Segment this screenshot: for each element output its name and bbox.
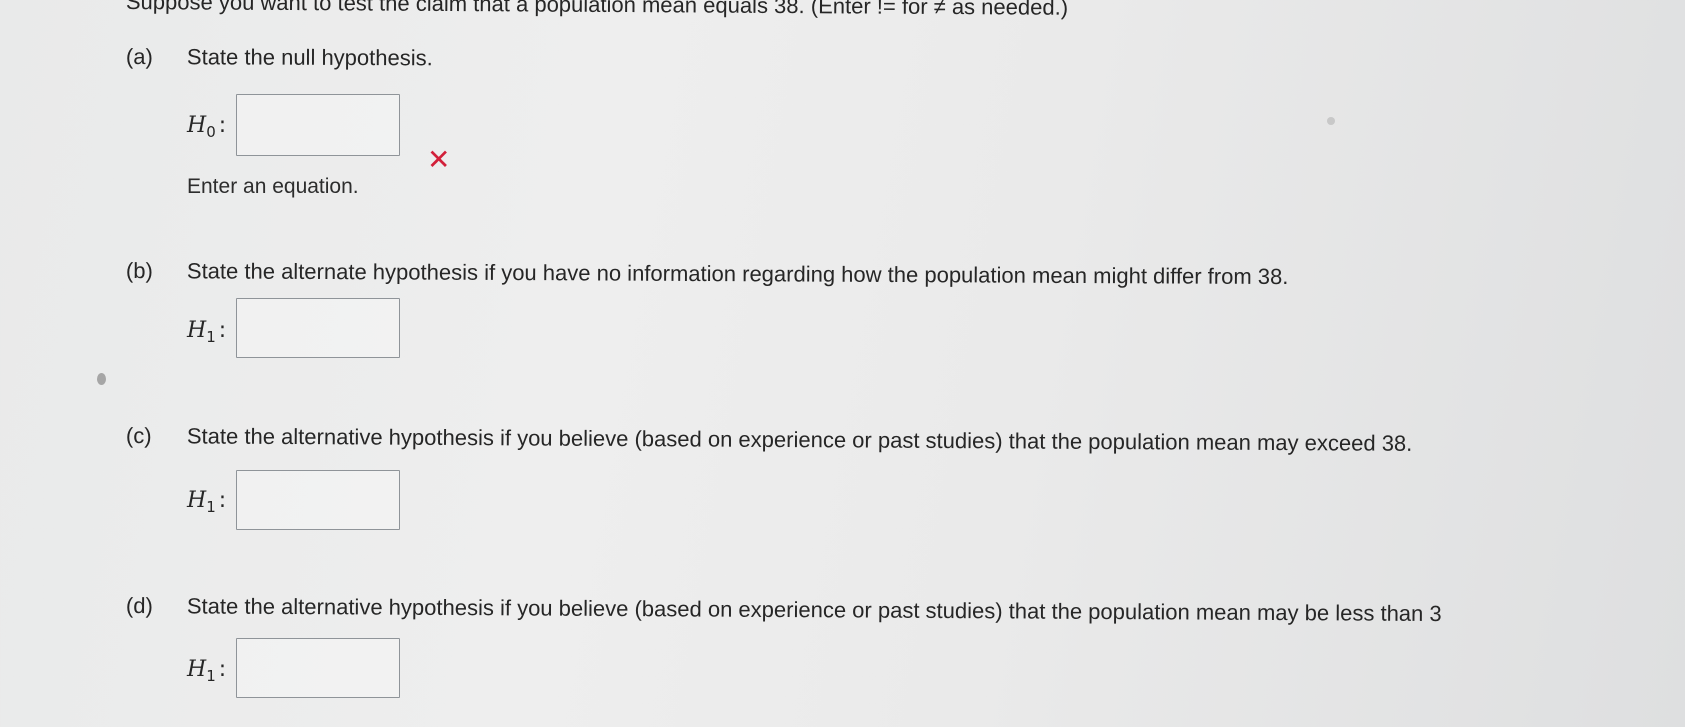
part-d: (d) State the alternative hypothesis if … [126,593,1685,643]
question-intro: Suppose you want to test the claim that … [125,0,1069,20]
part-a-letter: (a) [125,44,153,70]
part-b-prompt: State the alternate hypothesis if you ha… [186,258,1289,290]
alternate-hypothesis-input-d[interactable] [236,638,400,698]
part-a-prompt: State the null hypothesis. [186,44,433,71]
part-c: (c) State the alternative hypothesis if … [126,423,1666,472]
screen-smudge [97,373,106,385]
part-b-letter: (b) [125,258,153,284]
part-c-letter: (c) [125,423,152,449]
alternate-hypothesis-label-d: H1: [187,657,227,685]
part-c-prompt: State the alternative hypothesis if you … [186,423,1413,456]
alternate-hypothesis-input-c[interactable] [236,470,400,530]
question-page: Suppose you want to test the claim that … [0,0,1685,727]
screen-smudge [1327,117,1335,125]
part-d-prompt: State the alternative hypothesis if you … [186,593,1442,627]
feedback-message: Enter an equation. [187,175,359,198]
alternate-hypothesis-input-b[interactable] [236,298,400,358]
close-icon: ✕ [427,143,451,176]
alternate-hypothesis-label-b: H1: [187,318,227,346]
null-hypothesis-label: H0: [187,113,227,141]
part-d-letter: (d) [125,593,153,619]
null-hypothesis-input[interactable] [236,94,400,156]
alternate-hypothesis-label-c: H1: [187,488,227,516]
